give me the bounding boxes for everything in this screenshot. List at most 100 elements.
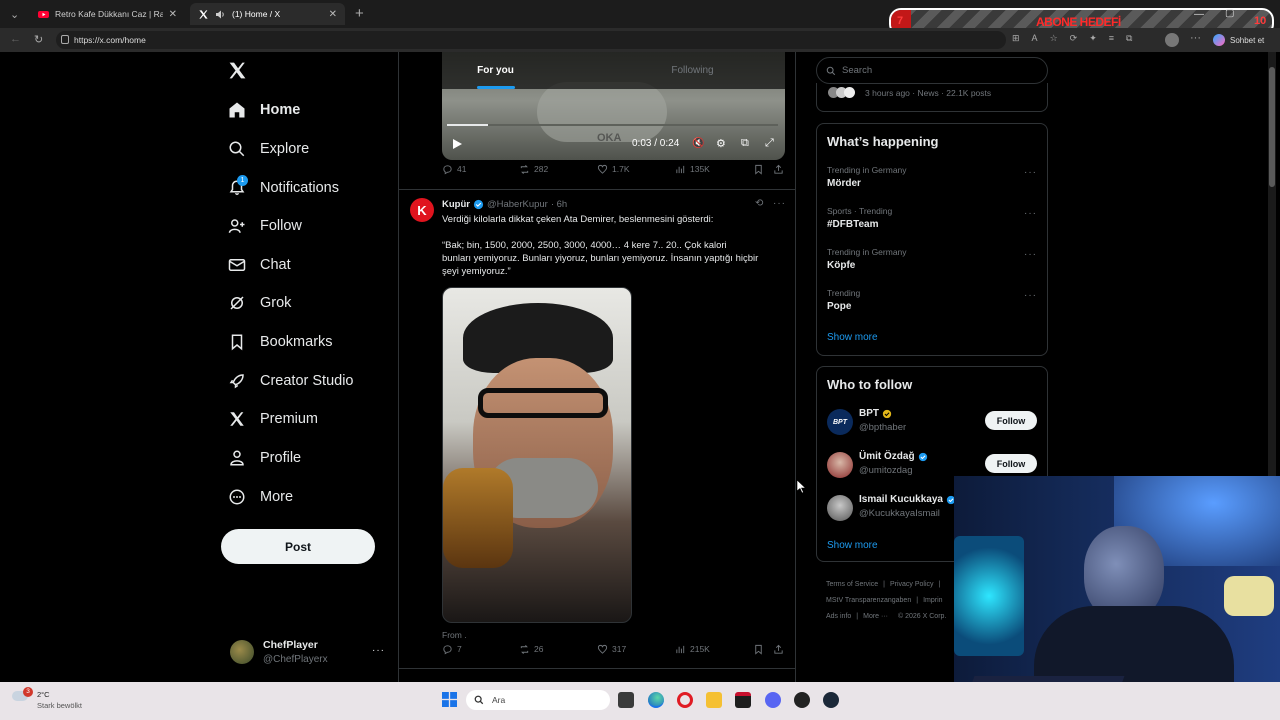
collections-icon[interactable]: ⧉ [1126,33,1132,44]
footer-link[interactable]: Ads info [826,613,851,620]
trend-more-icon[interactable]: ··· [1024,208,1037,219]
file-explorer-icon[interactable] [706,692,722,708]
post-button[interactable]: Post [221,529,375,564]
search-input[interactable]: Search [816,57,1048,84]
video-progress-track[interactable] [447,124,778,126]
weather-widget[interactable]: 3 [12,687,34,705]
edge-icon[interactable] [648,692,664,708]
nav-grok[interactable]: Grok [228,285,291,321]
gear-icon[interactable]: ⚙ [716,137,726,150]
x-home-logo[interactable] [228,61,247,80]
trend-more-icon[interactable]: ··· [1024,249,1037,260]
speaker-icon[interactable] [215,9,226,20]
nav-home[interactable]: Home [228,92,300,128]
tab-for-you[interactable]: For you [399,52,592,89]
show-more-link[interactable]: Show more [827,332,878,343]
account-avatar[interactable] [230,640,254,664]
profile-avatar[interactable] [1165,33,1179,47]
post-image[interactable] [442,287,632,623]
read-aloud-icon[interactable]: A [1032,33,1038,44]
trend-item[interactable]: Sports · Trending #DFBTeam [827,206,892,230]
browser-tab-youtube[interactable]: Retro Kafe Dükkanı Caz | Rahat Bi ✕ [30,3,185,25]
close-tab-icon[interactable]: ✕ [329,9,337,20]
split-icon[interactable]: ⊞ [1012,33,1020,44]
app-icon[interactable] [735,692,751,708]
trend-more-icon[interactable]: ··· [1024,290,1037,301]
nav-explore[interactable]: Explore [228,131,309,167]
site-info-icon[interactable] [61,35,69,44]
trend-more-icon[interactable]: ··· [1024,167,1037,178]
account-switcher[interactable]: ChefPlayer @ChefPlayerx [263,639,328,665]
extensions-icon[interactable]: ✦ [1089,33,1097,44]
steam-icon[interactable] [823,692,839,708]
bookmark-post-icon[interactable] [753,644,764,655]
footer-link[interactable]: More ··· [863,613,888,620]
obs-icon[interactable] [794,692,810,708]
fullscreen-icon[interactable]: ⤢ [765,137,774,150]
follow-button[interactable]: Follow [985,411,1037,430]
weather-text[interactable]: 2°C Stark bewölkt [37,689,82,711]
windows-start-icon[interactable] [442,692,457,707]
reload-icon[interactable]: ↻ [34,33,43,46]
footer-link[interactable]: MStV Transparenzangaben [826,597,911,604]
play-icon[interactable] [452,138,463,150]
suggestion-avatar[interactable] [827,495,853,521]
nav-profile[interactable]: Profile [228,440,301,476]
mute-icon[interactable]: 🔇 [692,138,704,149]
nav-creator-studio[interactable]: Creator Studio [228,363,354,399]
favorite-icon[interactable]: ☆ [1050,33,1058,44]
back-icon[interactable]: ← [10,33,21,45]
nav-chat[interactable]: Chat [228,247,291,283]
task-view-icon[interactable] [618,692,634,708]
footer-link[interactable]: Terms of Service [826,581,878,588]
suggestion-info[interactable]: Ümit Özdağ @umitozdag [859,451,928,476]
reply-button[interactable]: 7 [442,644,462,655]
post-avatar[interactable]: K [410,198,434,222]
repost-button[interactable]: 26 [519,644,543,655]
author-handle[interactable]: @HaberKupur [487,199,548,210]
like-button[interactable]: 1.7K [597,164,630,175]
post-more-icon[interactable]: ··· [773,198,786,209]
footer-link[interactable]: Imprin [923,597,942,604]
trend-item[interactable]: Trending in Germany Mörder [827,165,907,189]
repost-button[interactable]: 282 [519,164,548,175]
browser-tab-x[interactable]: (1) Home / X ✕ [190,3,345,25]
pip-icon[interactable]: ⧉ [741,137,749,150]
scrollbar-thumb[interactable] [1269,67,1275,187]
reply-button[interactable]: 41 [442,164,466,175]
suggestion-info[interactable]: BPT @bpthaber [859,408,906,433]
maximize-icon[interactable]: ▢ [1225,8,1234,19]
views-button[interactable]: 135K [675,164,710,175]
tab-following[interactable]: Following [596,52,789,89]
news-card[interactable]: 3 hours ago · News · 22.1K posts [816,83,1048,112]
like-button[interactable]: 317 [597,644,626,655]
taskbar-search[interactable]: Ara [466,690,610,710]
nav-premium[interactable]: Premium [228,401,318,437]
settings-more-icon[interactable]: ··· [1190,32,1201,44]
suggestion-info[interactable]: Ismail Kucukkaya @KucukkayaIsmail [859,494,956,519]
account-more-icon[interactable]: ··· [372,645,385,656]
share-icon[interactable] [773,644,784,655]
trend-item[interactable]: Trending Pope [827,288,860,312]
views-button[interactable]: 215K [675,644,710,655]
close-tab-icon[interactable]: ✕ [169,9,177,20]
nav-notifications[interactable]: 1 Notifications [228,170,339,206]
post-time[interactable]: · 6h [551,199,567,210]
new-tab-icon[interactable]: + [355,5,364,22]
author-name[interactable]: Kupür [442,199,470,210]
trend-item[interactable]: Trending in Germany Köpfe [827,247,907,271]
opera-icon[interactable] [677,692,693,708]
address-bar[interactable]: https://x.com/home [56,31,1006,49]
share-icon[interactable] [773,164,784,175]
nav-more[interactable]: More [228,479,293,515]
tab-list-icon[interactable]: ⌄ [10,8,19,21]
refresh-ext-icon[interactable]: ⟳ [1070,33,1078,44]
suggestion-avatar[interactable] [827,452,853,478]
follow-button[interactable]: Follow [985,454,1037,473]
footer-link[interactable]: Privacy Policy [890,581,934,588]
minimize-icon[interactable]: — [1194,9,1204,20]
show-more-link[interactable]: Show more [827,540,878,551]
suggestion-avatar[interactable]: BPT [827,409,853,435]
bookmark-post-icon[interactable] [753,164,764,175]
favorites-bar-icon[interactable]: ≡ [1109,33,1114,44]
